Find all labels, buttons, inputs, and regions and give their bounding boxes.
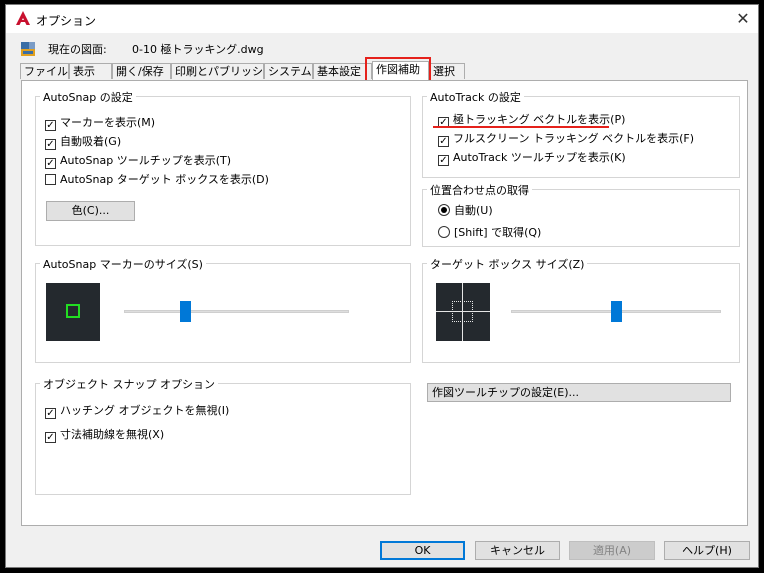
window-title: オプション — [36, 14, 97, 28]
autocad-logo-icon — [16, 11, 30, 25]
cancel-button[interactable]: キャンセル — [475, 541, 560, 560]
tab-highlight-box — [365, 57, 431, 82]
marker-size-group: AutoSnap マーカーのサイズ(S) — [35, 256, 411, 363]
auto-acquire-radio[interactable]: 自動(U) — [438, 202, 493, 218]
shift-acquire-label: [Shift] で取得(Q) — [454, 226, 542, 239]
autosnap-tooltip-label: AutoSnap ツールチップを表示(T) — [60, 154, 232, 167]
object-snap-options-title: オブジェクト スナップ オプション — [40, 376, 218, 392]
checkbox-icon[interactable]: ✓ — [45, 139, 56, 150]
checkbox-icon[interactable]: ✓ — [45, 158, 56, 169]
current-drawing-label: 現在の図面: — [48, 43, 107, 56]
tab-display[interactable]: 表示 — [69, 63, 112, 79]
checkbox-icon[interactable]: ✓ — [45, 120, 56, 131]
autotrack-tooltip-checkbox[interactable]: ✓ AutoTrack ツールチップを表示(K) — [438, 149, 626, 166]
tab-user-preferences[interactable]: 基本設定 — [313, 63, 372, 79]
close-icon[interactable]: ✕ — [732, 8, 754, 30]
object-snap-options-group: オブジェクト スナップ オプション ✓ ハッチング オブジェクトを無視(I) ✓ 寸… — [35, 376, 411, 495]
marker-size-title: AutoSnap マーカーのサイズ(S) — [40, 256, 206, 272]
drawing-file-icon — [21, 42, 35, 56]
tab-plot-publish[interactable]: 印刷とパブリッシュ — [171, 63, 274, 79]
aperture-box-checkbox[interactable]: AutoSnap ターゲット ボックスを表示(D) — [45, 171, 269, 187]
ignore-hatch-label: ハッチング オブジェクトを無視(I) — [60, 404, 230, 417]
options-dialog: オプション ✕ 現在の図面: 0-10 極トラッキング.dwg ファイル 表示 … — [5, 4, 759, 568]
ignore-dim-ext-checkbox[interactable]: ✓ 寸法補助線を無視(X) — [45, 426, 164, 443]
tab-selection[interactable]: 選択 — [429, 63, 465, 79]
auto-acquire-label: 自動(U) — [454, 204, 493, 217]
target-box-size-title: ターゲット ボックス サイズ(Z) — [427, 256, 588, 272]
alignment-point-group: 位置合わせ点の取得 自動(U) [Shift] で取得(Q) — [422, 182, 740, 247]
show-marker-label: マーカーを表示(M) — [60, 116, 156, 129]
apply-button[interactable]: 適用(A) — [569, 541, 655, 560]
snap-marker-icon — [66, 304, 80, 318]
radio-icon[interactable] — [438, 226, 450, 238]
checkbox-icon[interactable] — [45, 174, 56, 185]
fullscreen-tracking-vector-checkbox[interactable]: ✓ フルスクリーン トラッキング ベクトルを表示(F) — [438, 130, 694, 147]
ok-button[interactable]: OK — [380, 541, 465, 560]
checkbox-icon[interactable]: ✓ — [45, 408, 56, 419]
checkbox-icon[interactable]: ✓ — [45, 432, 56, 443]
tab-system[interactable]: システム — [264, 63, 313, 79]
drafting-panel: AutoSnap の設定 ✓ マーカーを表示(M) ✓ 自動吸着(G) ✓ AutoS… — [21, 80, 748, 526]
target-box-slider-thumb[interactable] — [611, 301, 622, 322]
autotrack-settings-title: AutoTrack の設定 — [427, 89, 524, 105]
checkbox-icon[interactable]: ✓ — [438, 136, 449, 147]
marker-size-slider-thumb[interactable] — [180, 301, 191, 322]
ignore-hatch-checkbox[interactable]: ✓ ハッチング オブジェクトを無視(I) — [45, 402, 229, 419]
autosnap-settings-title: AutoSnap の設定 — [40, 89, 136, 105]
magnet-label: 自動吸着(G) — [60, 135, 122, 148]
target-box-size-group: ターゲット ボックス サイズ(Z) — [422, 256, 740, 363]
ignore-dim-ext-label: 寸法補助線を無視(X) — [60, 428, 165, 441]
drafting-tooltip-settings-button[interactable]: 作図ツールチップの設定(E)... — [427, 383, 731, 402]
shift-acquire-radio[interactable]: [Shift] で取得(Q) — [438, 224, 541, 240]
current-drawing-name: 0-10 極トラッキング.dwg — [132, 43, 264, 56]
help-button[interactable]: ヘルプ(H) — [664, 541, 750, 560]
magnet-checkbox[interactable]: ✓ 自動吸着(G) — [45, 133, 121, 150]
alignment-point-title: 位置合わせ点の取得 — [427, 182, 532, 198]
aperture-box-label: AutoSnap ターゲット ボックスを表示(D) — [60, 173, 269, 186]
color-button[interactable]: 色(C)... — [46, 201, 135, 221]
tab-open-save[interactable]: 開く/保存 — [112, 63, 171, 79]
autosnap-tooltip-checkbox[interactable]: ✓ AutoSnap ツールチップを表示(T) — [45, 152, 231, 169]
highlight-underline — [433, 126, 609, 128]
autotrack-tooltip-label: AutoTrack ツールチップを表示(K) — [453, 151, 626, 164]
show-marker-checkbox[interactable]: ✓ マーカーを表示(M) — [45, 114, 155, 131]
title-bar[interactable]: オプション ✕ — [6, 5, 758, 33]
marker-preview — [46, 283, 100, 341]
fullscreen-tracking-vector-label: フルスクリーン トラッキング ベクトルを表示(F) — [453, 132, 695, 145]
checkbox-icon[interactable]: ✓ — [438, 155, 449, 166]
polar-tracking-vector-label: 極トラッキング ベクトルを表示(P) — [453, 113, 626, 126]
tab-files[interactable]: ファイル — [20, 63, 69, 79]
target-box-preview — [436, 283, 490, 341]
radio-selected-icon[interactable] — [438, 204, 450, 216]
autosnap-settings-group: AutoSnap の設定 ✓ マーカーを表示(M) ✓ 自動吸着(G) ✓ AutoS… — [35, 89, 411, 246]
autotrack-settings-group: AutoTrack の設定 ✓ 極トラッキング ベクトルを表示(P) ✓ フルスクリ… — [422, 89, 740, 178]
target-box-icon — [452, 301, 473, 322]
marker-size-slider-track[interactable] — [124, 310, 349, 313]
